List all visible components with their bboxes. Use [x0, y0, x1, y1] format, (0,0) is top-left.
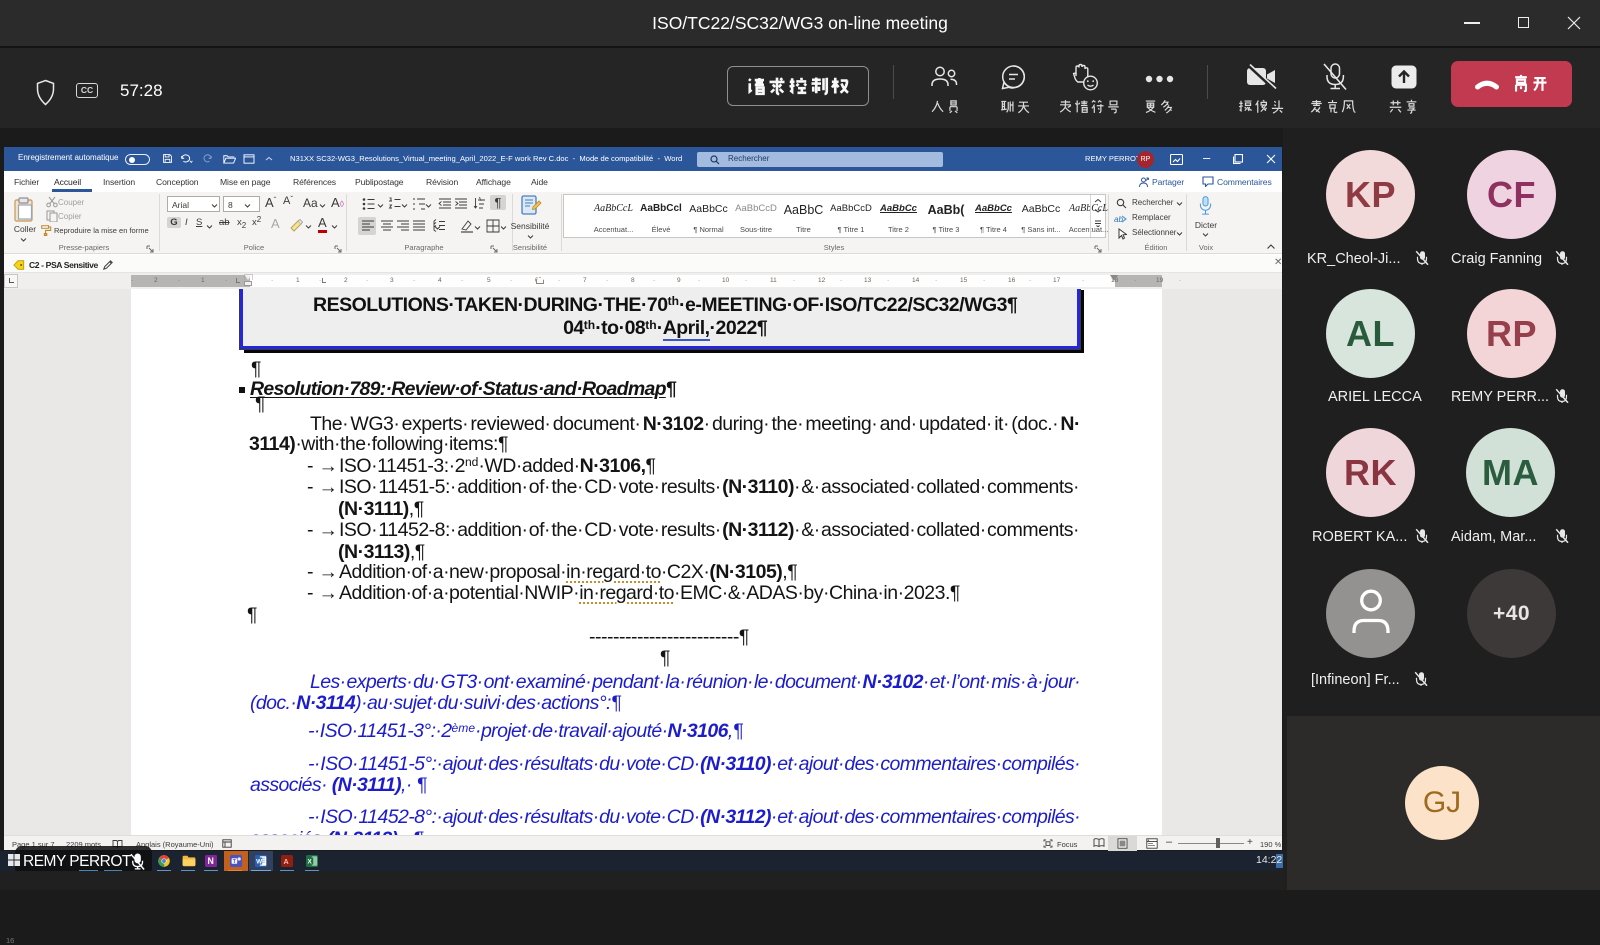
svg-text:X: X: [307, 858, 312, 865]
svg-text:N: N: [208, 856, 214, 866]
svg-text:A: A: [284, 857, 289, 866]
svg-text:W: W: [256, 858, 263, 865]
